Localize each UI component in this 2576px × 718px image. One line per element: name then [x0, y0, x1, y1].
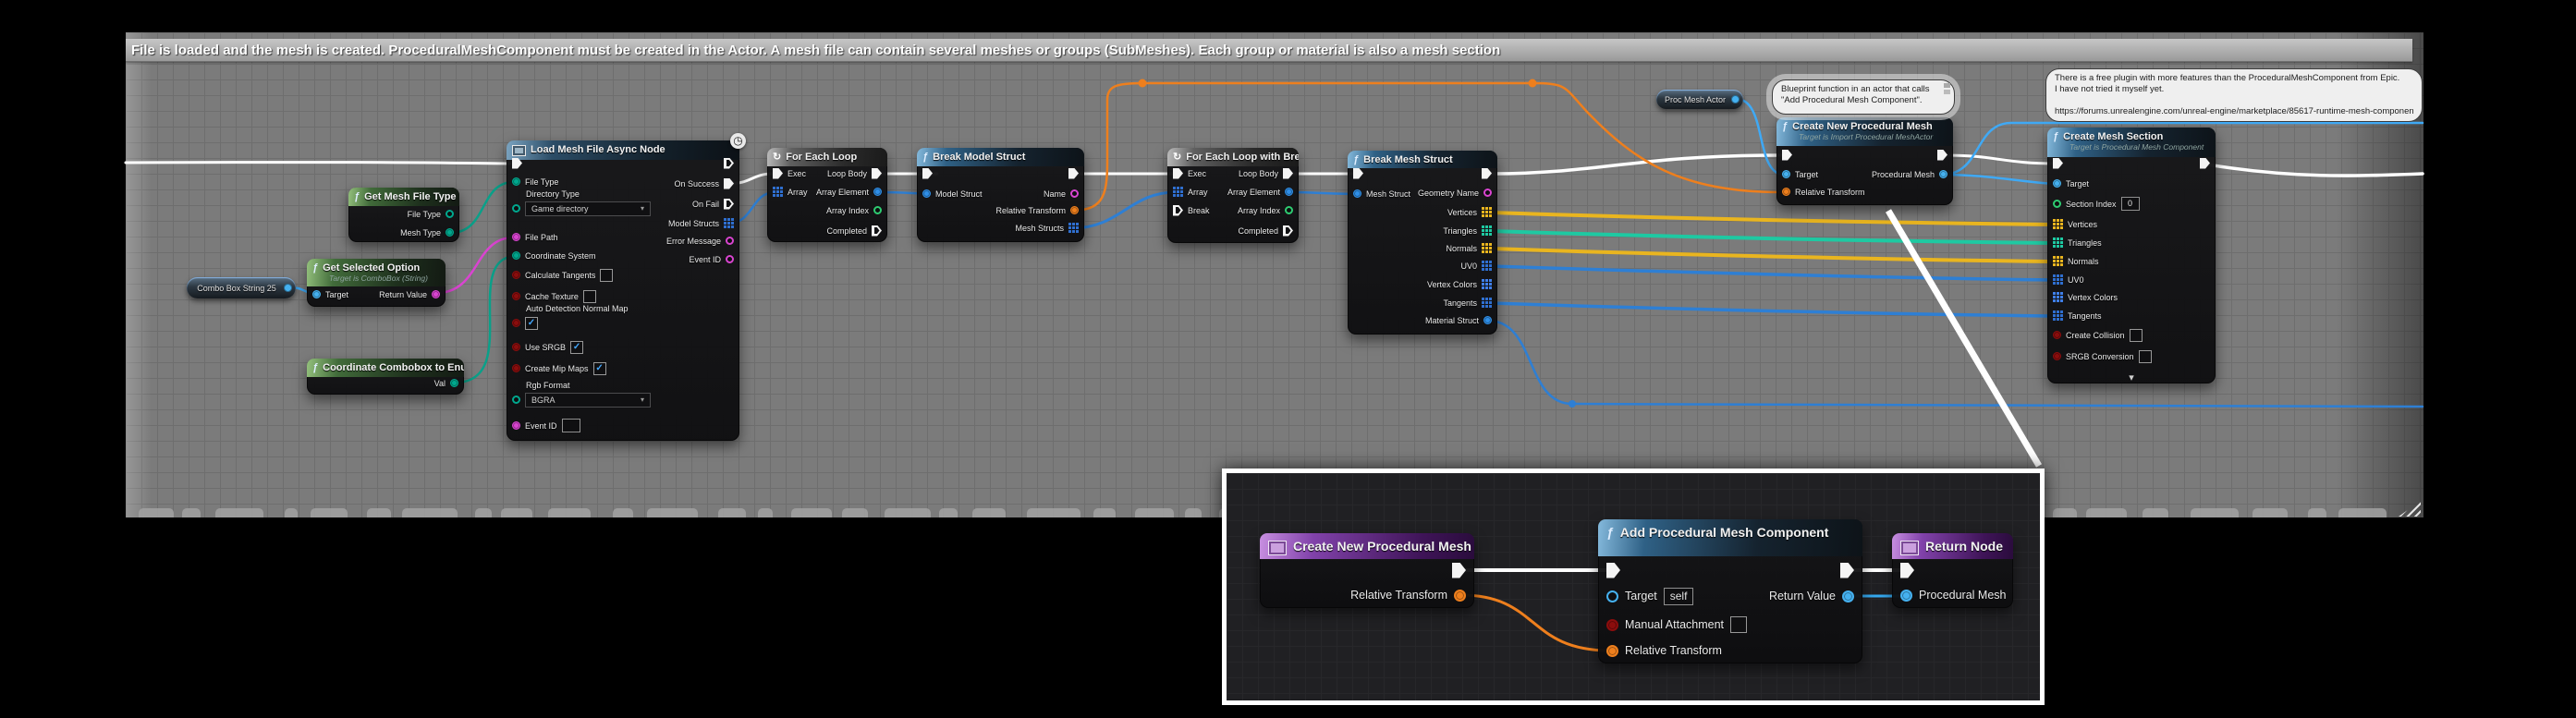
exec-pin[interactable] — [1606, 563, 1620, 578]
pin-row-manual-attachment: Manual Attachment — [1606, 615, 1747, 634]
procedural-mesh-pin[interactable] — [1900, 590, 1912, 602]
node-add-procedural-mesh-component[interactable]: ƒ Add Procedural Mesh Component Target self… — [1598, 519, 1862, 663]
pin-row-target: Target self — [1606, 587, 1693, 605]
node-title: Add Procedural Mesh Component — [1620, 524, 1829, 542]
target-field[interactable]: self — [1664, 588, 1694, 605]
exec-pin[interactable] — [1900, 563, 1914, 578]
exec-pin[interactable] — [1452, 563, 1466, 578]
procedural-mesh-label: Procedural Mesh — [1919, 589, 2007, 602]
blueprint-editor: { "comment_bar": { "title": "File is loa… — [0, 0, 2576, 718]
pin-row-return-value: Return Value — [1769, 587, 1854, 605]
target-label: Target — [1625, 590, 1657, 602]
node-layer-inset: Create New Procedural Mesh Relative Trans… — [0, 0, 2576, 718]
pin-row-exec — [1900, 561, 1914, 579]
pin-row-exec — [1452, 561, 1466, 579]
pin-row-relative-transform: Relative Transform — [1606, 641, 1722, 660]
node-header[interactable]: Return Node — [1892, 533, 2013, 559]
pin-row-exec — [1606, 561, 1620, 579]
relative-transform-label: Relative Transform — [1625, 644, 1722, 657]
node-title: Create New Procedural Mesh — [1293, 538, 1471, 555]
return-value-label: Return Value — [1769, 590, 1836, 602]
relative-transform-label: Relative Transform — [1350, 589, 1447, 602]
node-header[interactable]: ƒ Add Procedural Mesh Component — [1598, 519, 1862, 556]
pin-row-relative-transform: Relative Transform — [1350, 586, 1466, 604]
node-return-node[interactable]: Return Node Procedural Mesh — [1892, 533, 2013, 608]
exec-pin[interactable] — [1840, 563, 1854, 578]
pin-row-exec — [1840, 561, 1854, 579]
relative-transform-pin[interactable] — [1606, 645, 1618, 657]
node-title: Return Node — [1925, 538, 2003, 555]
relative-transform-pin[interactable] — [1454, 590, 1466, 602]
target-pin[interactable] — [1606, 590, 1618, 602]
node-header[interactable]: Create New Procedural Mesh — [1260, 533, 1474, 559]
pin-row-procedural-mesh: Procedural Mesh — [1900, 586, 2007, 604]
node-create-new-procedural-mesh[interactable]: Create New Procedural Mesh Relative Trans… — [1260, 533, 1474, 608]
manual-attachment-checkbox[interactable] — [1730, 616, 1747, 633]
return-value-pin[interactable] — [1842, 590, 1854, 602]
manual-attachment-label: Manual Attachment — [1625, 618, 1724, 631]
manual-attachment-pin[interactable] — [1606, 619, 1618, 631]
node-type-icon — [1900, 541, 1919, 555]
function-icon: ƒ — [1606, 524, 1614, 541]
node-type-icon — [1268, 541, 1287, 555]
